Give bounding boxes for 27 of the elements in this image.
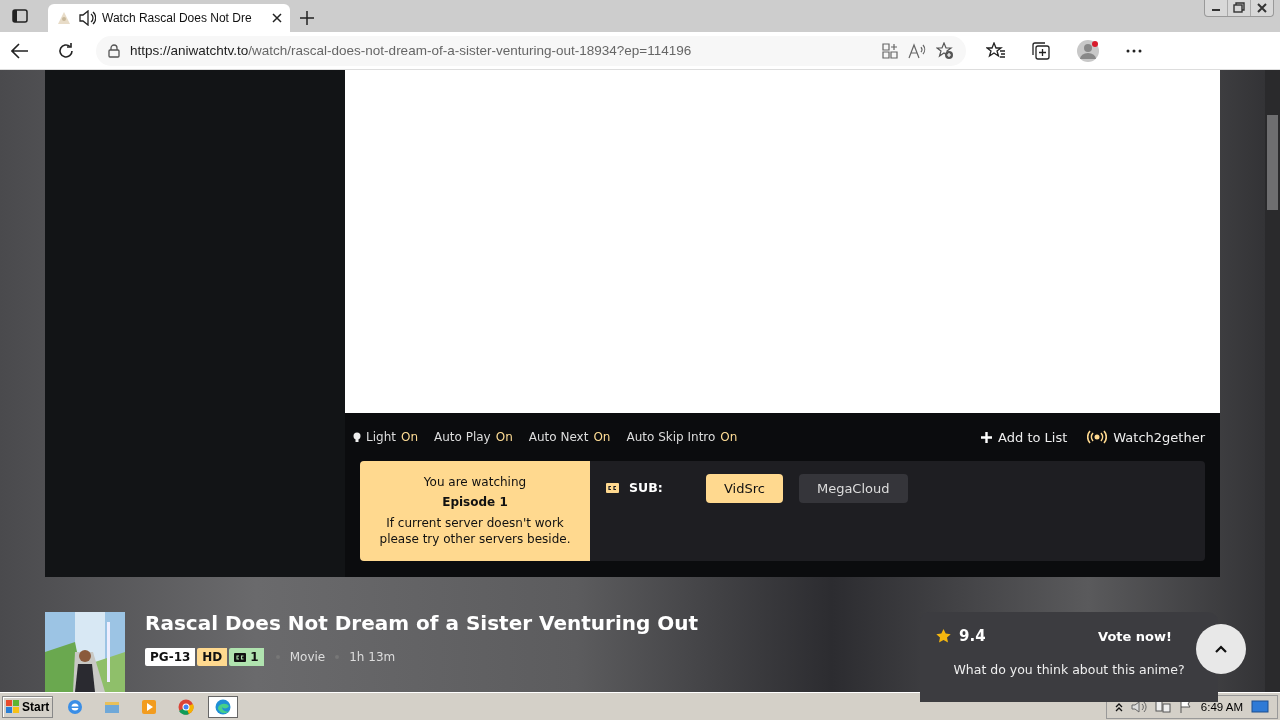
vote-prompt: What do you think about this anime? [952,662,1186,677]
player-toggle[interactable]: Auto Next On [528,430,611,444]
vote-button[interactable]: Vote now! [1098,628,1172,644]
subtitle-count-badge: 1 [229,648,264,666]
anime-title: Rascal Does Not Dream of a Sister Venturing Out [145,611,699,635]
player-action[interactable]: Watch2gether [1087,429,1205,445]
server-button[interactable]: VidSrc [706,474,783,503]
player-action[interactable]: Add to List [981,429,1068,445]
start-button[interactable]: Start [2,695,54,718]
browser-tab[interactable]: Watch Rascal Does Not Dre [48,4,290,32]
episode-label: Episode 1 [442,495,508,511]
notice-heading: You are watching [423,474,527,491]
quality-badge: HD [197,648,228,666]
server-button[interactable]: MegaCloud [798,474,908,503]
player-toggle[interactable]: Auto Skip Intro On [626,430,738,444]
player-toggle[interactable]: Light On [353,430,418,444]
notice-hint: If current server doesn't work please try other servers beside. [378,516,572,548]
rating-badge: PG-13 [145,648,196,666]
url-text: https://aniwatchtv.to/watch/rascal-does-not-dream-of-a-sister-venturing-out-18934?ep=114196 [130,43,693,58]
sub-label: SUB: [629,480,663,495]
score-value: 9.4 [959,627,986,645]
player-toggle[interactable]: Auto Play On [434,430,513,444]
duration-label: 1h 13m [349,650,396,664]
tab-title: Watch Rascal Does Not Dre [102,11,253,25]
clock: 6:49 AM [1200,700,1243,713]
address-bar[interactable]: https://aniwatchtv.to/watch/rascal-does-not-dream-of-a-sister-venturing-out-18934?ep=114196 [96,35,966,66]
type-label: Movie [289,650,326,664]
